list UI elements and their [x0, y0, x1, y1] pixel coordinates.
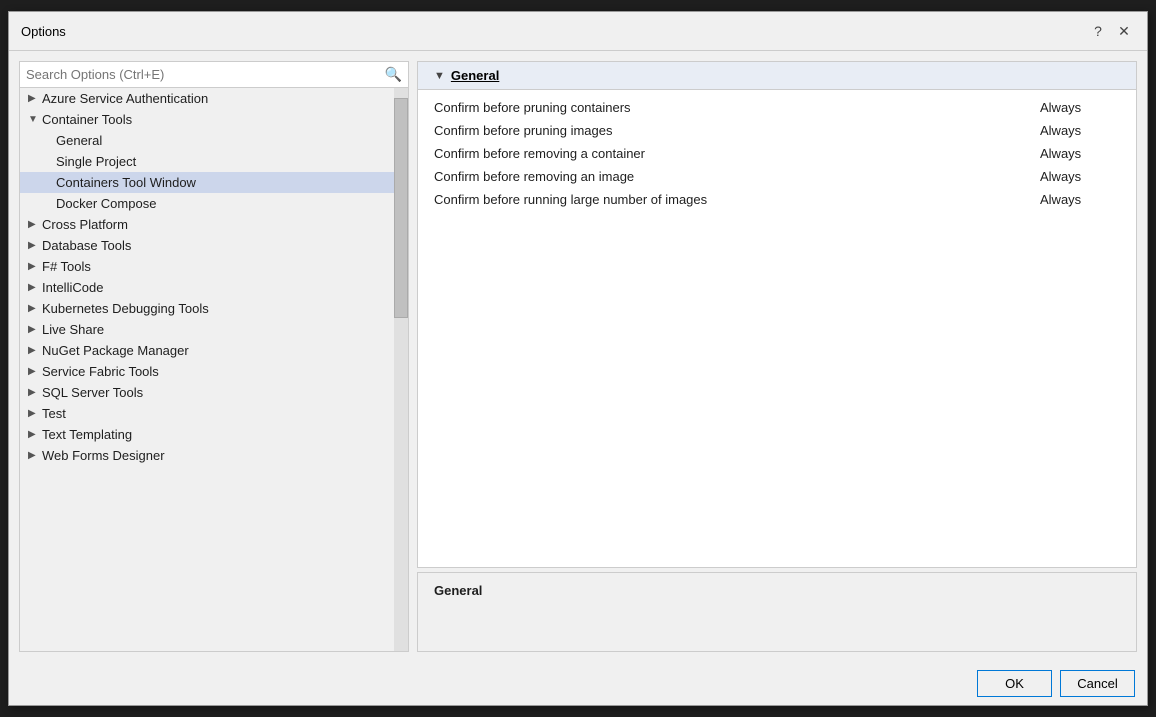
tree-label-container-tools: Container Tools: [42, 112, 132, 127]
tree-item-docker-compose[interactable]: Docker Compose: [20, 193, 408, 214]
tree-label-test: Test: [42, 406, 66, 421]
title-bar-right: ? ✕: [1087, 20, 1135, 42]
option-label: Confirm before removing an image: [434, 169, 1040, 184]
tree-item-database-tools[interactable]: ▶Database Tools: [20, 235, 408, 256]
tree-arrow-kubernetes-debugging: ▶: [28, 303, 42, 314]
tree-arrow-service-fabric-tools: ▶: [28, 366, 42, 377]
tree-item-general[interactable]: General: [20, 130, 408, 151]
tree-item-kubernetes-debugging[interactable]: ▶Kubernetes Debugging Tools: [20, 298, 408, 319]
tree-arrow-web-forms-designer: ▶: [28, 450, 42, 461]
tree-label-single-project: Single Project: [56, 154, 136, 169]
tree-arrow-sql-server-tools: ▶: [28, 387, 42, 398]
tree-label-general: General: [56, 133, 102, 148]
options-table: Confirm before pruning containersAlwaysC…: [418, 90, 1136, 217]
dialog-footer: OK Cancel: [9, 662, 1147, 705]
tree-arrow-database-tools: ▶: [28, 240, 42, 251]
tree-arrow-test: ▶: [28, 408, 42, 419]
search-input[interactable]: [26, 67, 385, 82]
title-bar-left: Options: [21, 24, 66, 39]
close-button[interactable]: ✕: [1113, 20, 1135, 42]
tree-arrow-container-tools: ▼: [28, 114, 42, 125]
option-row: Confirm before pruning imagesAlways: [434, 119, 1120, 142]
option-label: Confirm before pruning containers: [434, 100, 1040, 115]
tree-label-cross-platform: Cross Platform: [42, 217, 128, 232]
option-row: Confirm before running large number of i…: [434, 188, 1120, 211]
tree-item-text-templating[interactable]: ▶Text Templating: [20, 424, 408, 445]
tree-label-database-tools: Database Tools: [42, 238, 131, 253]
help-button[interactable]: ?: [1087, 20, 1109, 42]
section-header-text: General: [451, 68, 499, 83]
cancel-button[interactable]: Cancel: [1060, 670, 1135, 697]
tree-arrow-fsharp-tools: ▶: [28, 261, 42, 272]
tree-item-containers-tool-window[interactable]: Containers Tool Window: [20, 172, 408, 193]
option-value[interactable]: Always: [1040, 146, 1120, 161]
tree-item-intellicode[interactable]: ▶IntelliCode: [20, 277, 408, 298]
tree-item-service-fabric-tools[interactable]: ▶Service Fabric Tools: [20, 361, 408, 382]
dialog-body: 🔍 ▶Azure Service Authentication▼Containe…: [9, 51, 1147, 662]
tree-item-container-tools[interactable]: ▼Container Tools: [20, 109, 408, 130]
tree-item-fsharp-tools[interactable]: ▶F# Tools: [20, 256, 408, 277]
tree-arrow-cross-platform: ▶: [28, 219, 42, 230]
tree-item-sql-server-tools[interactable]: ▶SQL Server Tools: [20, 382, 408, 403]
ok-button[interactable]: OK: [977, 670, 1052, 697]
section-header[interactable]: ▼ General: [418, 62, 1136, 90]
option-value[interactable]: Always: [1040, 123, 1120, 138]
tree-arrow-intellicode: ▶: [28, 282, 42, 293]
right-panel: ▼ General Confirm before pruning contain…: [417, 61, 1137, 652]
info-text: General: [434, 583, 482, 598]
tree-arrow-live-share: ▶: [28, 324, 42, 335]
tree-area[interactable]: ▶Azure Service Authentication▼Container …: [20, 88, 408, 651]
tree-label-fsharp-tools: F# Tools: [42, 259, 91, 274]
tree-item-test[interactable]: ▶Test: [20, 403, 408, 424]
tree-item-single-project[interactable]: Single Project: [20, 151, 408, 172]
scrollbar-track[interactable]: [394, 88, 408, 651]
dialog-title: Options: [21, 24, 66, 39]
option-row: Confirm before removing a containerAlway…: [434, 142, 1120, 165]
tree-label-containers-tool-window: Containers Tool Window: [56, 175, 196, 190]
section-collapse-arrow: ▼: [434, 70, 445, 82]
tree-label-intellicode: IntelliCode: [42, 280, 103, 295]
options-dialog: Options ? ✕ 🔍 ▶Azure Service Authenticat…: [8, 11, 1148, 706]
tree-label-nuget-package-manager: NuGet Package Manager: [42, 343, 189, 358]
tree-label-azure-service-auth: Azure Service Authentication: [42, 91, 208, 106]
tree-label-live-share: Live Share: [42, 322, 104, 337]
search-icon: 🔍: [385, 66, 402, 83]
left-panel: 🔍 ▶Azure Service Authentication▼Containe…: [19, 61, 409, 652]
tree-label-web-forms-designer: Web Forms Designer: [42, 448, 165, 463]
option-label: Confirm before pruning images: [434, 123, 1040, 138]
tree-item-azure-service-auth[interactable]: ▶Azure Service Authentication: [20, 88, 408, 109]
tree-item-nuget-package-manager[interactable]: ▶NuGet Package Manager: [20, 340, 408, 361]
tree-arrow-azure-service-auth: ▶: [28, 93, 42, 104]
content-area: ▼ General Confirm before pruning contain…: [417, 61, 1137, 568]
tree-item-web-forms-designer[interactable]: ▶Web Forms Designer: [20, 445, 408, 466]
search-box[interactable]: 🔍: [20, 62, 408, 88]
title-bar: Options ? ✕: [9, 12, 1147, 51]
option-value[interactable]: Always: [1040, 192, 1120, 207]
option-value[interactable]: Always: [1040, 169, 1120, 184]
option-label: Confirm before running large number of i…: [434, 192, 1040, 207]
option-value[interactable]: Always: [1040, 100, 1120, 115]
tree-arrow-nuget-package-manager: ▶: [28, 345, 42, 356]
tree-item-live-share[interactable]: ▶Live Share: [20, 319, 408, 340]
info-area: General: [417, 572, 1137, 652]
scrollbar-thumb[interactable]: [394, 98, 408, 318]
tree-item-cross-platform[interactable]: ▶Cross Platform: [20, 214, 408, 235]
tree-arrow-text-templating: ▶: [28, 429, 42, 440]
tree-label-text-templating: Text Templating: [42, 427, 132, 442]
tree-label-service-fabric-tools: Service Fabric Tools: [42, 364, 159, 379]
tree-label-sql-server-tools: SQL Server Tools: [42, 385, 143, 400]
tree-label-kubernetes-debugging: Kubernetes Debugging Tools: [42, 301, 209, 316]
option-row: Confirm before pruning containersAlways: [434, 96, 1120, 119]
tree-label-docker-compose: Docker Compose: [56, 196, 156, 211]
option-row: Confirm before removing an imageAlways: [434, 165, 1120, 188]
option-label: Confirm before removing a container: [434, 146, 1040, 161]
